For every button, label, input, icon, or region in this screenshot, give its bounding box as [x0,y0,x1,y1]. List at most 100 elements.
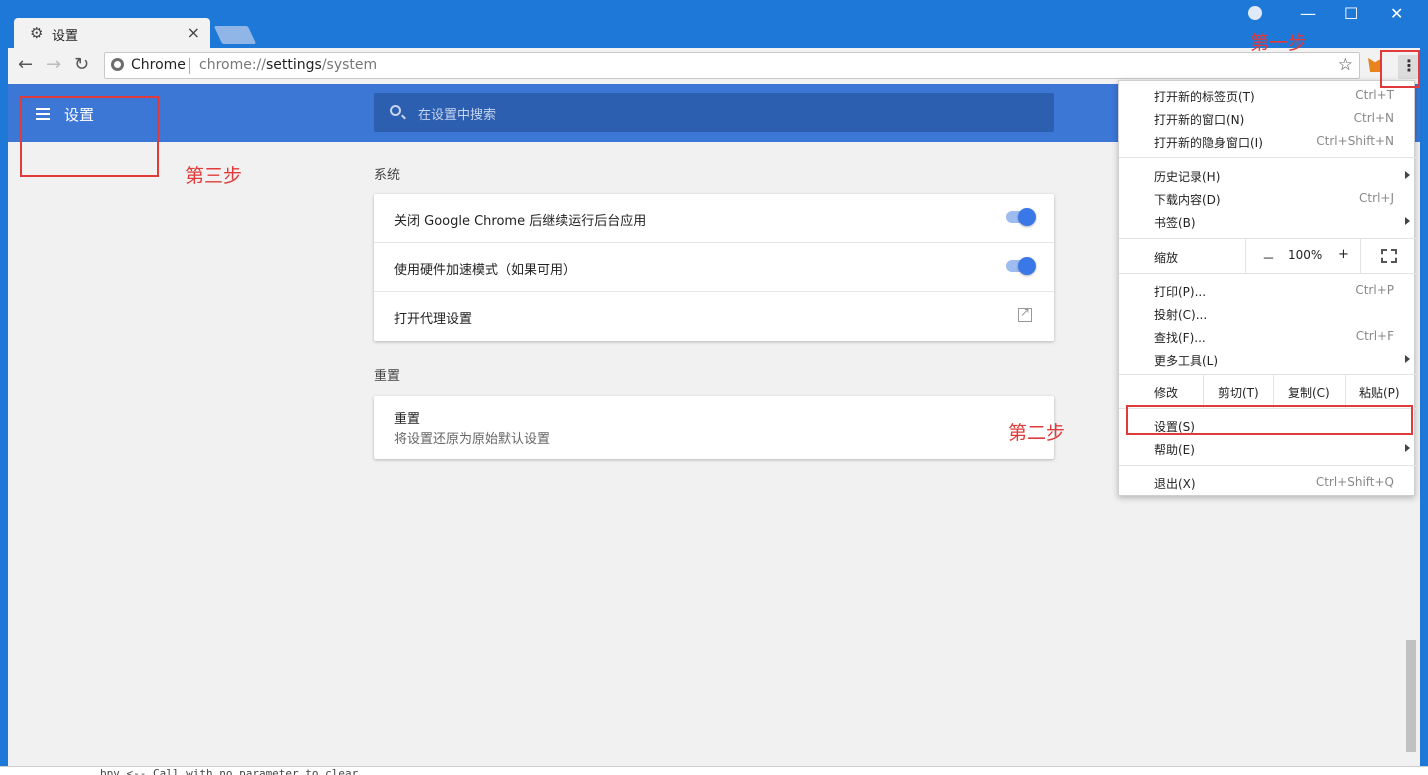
list-item[interactable]: 关闭 Google Chrome 后继续运行后台应用 [374,194,1054,243]
menu-item-label: 修改 [1154,386,1179,400]
menu-shortcut: Ctrl+T [1355,88,1394,102]
toggle-knob [1018,208,1036,226]
menu-divider [1119,157,1416,158]
menu-item-label: 更多工具(L) [1154,354,1219,368]
hardware-acceleration-toggle[interactable] [1006,257,1036,275]
menu-shortcut: Ctrl+N [1353,111,1394,125]
submenu-arrow-icon [1405,355,1410,363]
menu-item-label: 查找(F)... [1154,331,1206,345]
menu-item-label: 历史记录(H) [1154,170,1221,184]
annotation-step3: 第三步 [185,165,243,187]
new-tab-button[interactable] [213,26,257,44]
cut-button[interactable]: 剪切(T) [1203,374,1273,408]
search-icon [390,105,401,116]
menu-divider [1119,273,1416,274]
address-bar[interactable]: Chrome chrome://settings/system ☆ [104,52,1360,79]
minimize-button[interactable]: — [1300,4,1316,23]
paste-button[interactable]: 粘贴(P) [1345,374,1416,408]
reset-subtitle: 将设置还原为原始默认设置 [394,432,551,447]
menu-item-label: 打开新的隐身窗口(I) [1154,136,1263,150]
copy-button[interactable]: 复制(C) [1273,374,1345,408]
zoom-level: 100% [1288,248,1323,262]
row-label: 使用硬件加速模式（如果可用） [394,263,577,278]
chrome-page-icon [111,58,124,71]
menu-item-label: 打开新的标签页(T) [1154,90,1255,104]
submenu-arrow-icon [1405,171,1410,179]
site-name: Chrome [131,57,186,73]
menu-item-label: 书签(B) [1154,216,1196,230]
close-tab-icon[interactable]: × [187,23,200,42]
maximize-button[interactable]: ☐ [1344,4,1358,23]
menu-item-more-tools[interactable]: 更多工具(L) [1119,349,1416,371]
zoom-out-button[interactable]: － [1262,248,1275,267]
fullscreen-button[interactable] [1360,239,1417,273]
reset-card[interactable]: 重置 将设置还原为原始默认设置 [374,396,1054,459]
paste-label: 粘贴(P) [1359,386,1400,400]
bookmark-star-icon[interactable]: ☆ [1338,55,1353,75]
list-item[interactable]: 使用硬件加速模式（如果可用） [374,243,1054,292]
menu-item-new-window[interactable]: 打开新的窗口(N) Ctrl+N [1119,108,1416,130]
menu-item-label: 打开新的窗口(N) [1154,113,1245,127]
section-label-system: 系统 [374,168,401,183]
menu-item-help[interactable]: 帮助(E) [1119,438,1416,460]
menu-shortcut: Ctrl+Shift+Q [1315,475,1394,489]
annotation-step1: 第一步 [1250,32,1308,54]
copy-label: 复制(C) [1288,386,1330,400]
row-label: 关闭 Google Chrome 后继续运行后台应用 [394,214,647,229]
background-apps-toggle[interactable] [1006,208,1036,226]
toggle-knob [1018,257,1036,275]
background-code-text: bpv <-- Call with no parameter to clear [100,767,359,775]
menu-divider [1119,465,1416,466]
list-item[interactable]: 打开代理设置 [374,292,1054,341]
zoom-in-button[interactable]: + [1338,247,1349,262]
background-editor-strip: bpv <-- Call with no parameter to clear [0,766,1428,775]
system-card: 关闭 Google Chrome 后继续运行后台应用 使用硬件加速模式（如果可用… [374,194,1054,341]
close-window-button[interactable]: ✕ [1390,4,1403,23]
tab-settings[interactable]: ⚙ 设置 × [14,18,210,48]
annotation-step2: 第二步 [1008,422,1066,444]
submenu-arrow-icon [1405,217,1410,225]
browser-window: ⚙ 设置 × — ☐ ✕ ← → ↻ Chrome chrome://setti… [0,0,1428,775]
menu-item-bookmarks[interactable]: 书签(B) [1119,211,1416,233]
url-text: chrome://settings/system [199,57,378,73]
reload-button[interactable]: ↻ [74,54,89,75]
annotation-box-menu [1380,50,1420,88]
annotation-box-settings [1126,405,1413,435]
menu-shortcut: Ctrl+F [1355,329,1394,343]
toolbar: ← → ↻ Chrome chrome://settings/system ☆ … [8,48,1420,84]
menu-item-exit[interactable]: 退出(X) Ctrl+Shift+Q [1119,472,1416,494]
menu-shortcut: Ctrl+P [1355,283,1394,297]
menu-item-print[interactable]: 打印(P)... Ctrl+P [1119,280,1416,302]
menu-shortcut: Ctrl+J [1359,191,1394,205]
menu-item-label: 投射(C)... [1154,308,1208,322]
submenu-arrow-icon [1405,444,1410,452]
menu-item-history[interactable]: 历史记录(H) [1119,165,1416,187]
back-button[interactable]: ← [18,54,33,75]
annotation-box-hamburger [20,96,159,177]
fullscreen-icon [1381,249,1397,263]
forward-button[interactable]: → [46,54,61,75]
cut-label: 剪切(T) [1218,386,1259,400]
menu-item-label: 缩放 [1154,251,1179,265]
section-label-reset: 重置 [374,369,401,384]
scrollbar[interactable] [1406,640,1416,752]
menu-item-label: 帮助(E) [1154,443,1195,457]
row-label: 打开代理设置 [394,312,473,327]
menu-item-label: 下载内容(D) [1154,193,1221,207]
menu-item-downloads[interactable]: 下载内容(D) Ctrl+J [1119,188,1416,210]
menu-shortcut: Ctrl+Shift+N [1316,134,1394,148]
reset-title: 重置 [394,412,421,427]
external-link-icon[interactable] [1018,305,1032,322]
menu-item-new-tab[interactable]: 打开新的标签页(T) Ctrl+T [1119,85,1416,107]
tab-title: 设置 [52,29,79,44]
menu-item-label: 退出(X) [1154,477,1196,491]
gear-icon: ⚙ [30,24,44,42]
menu-item-cast[interactable]: 投射(C)... [1119,303,1416,325]
profile-icon[interactable] [1248,6,1262,20]
menu-item-find[interactable]: 查找(F)... Ctrl+F [1119,326,1416,348]
address-separator [189,58,190,74]
settings-search-input[interactable]: 在设置中搜索 [374,93,1054,132]
zoom-controls: － 100% + [1245,239,1416,273]
menu-item-incognito[interactable]: 打开新的隐身窗口(I) Ctrl+Shift+N [1119,131,1416,153]
search-placeholder: 在设置中搜索 [418,108,497,123]
